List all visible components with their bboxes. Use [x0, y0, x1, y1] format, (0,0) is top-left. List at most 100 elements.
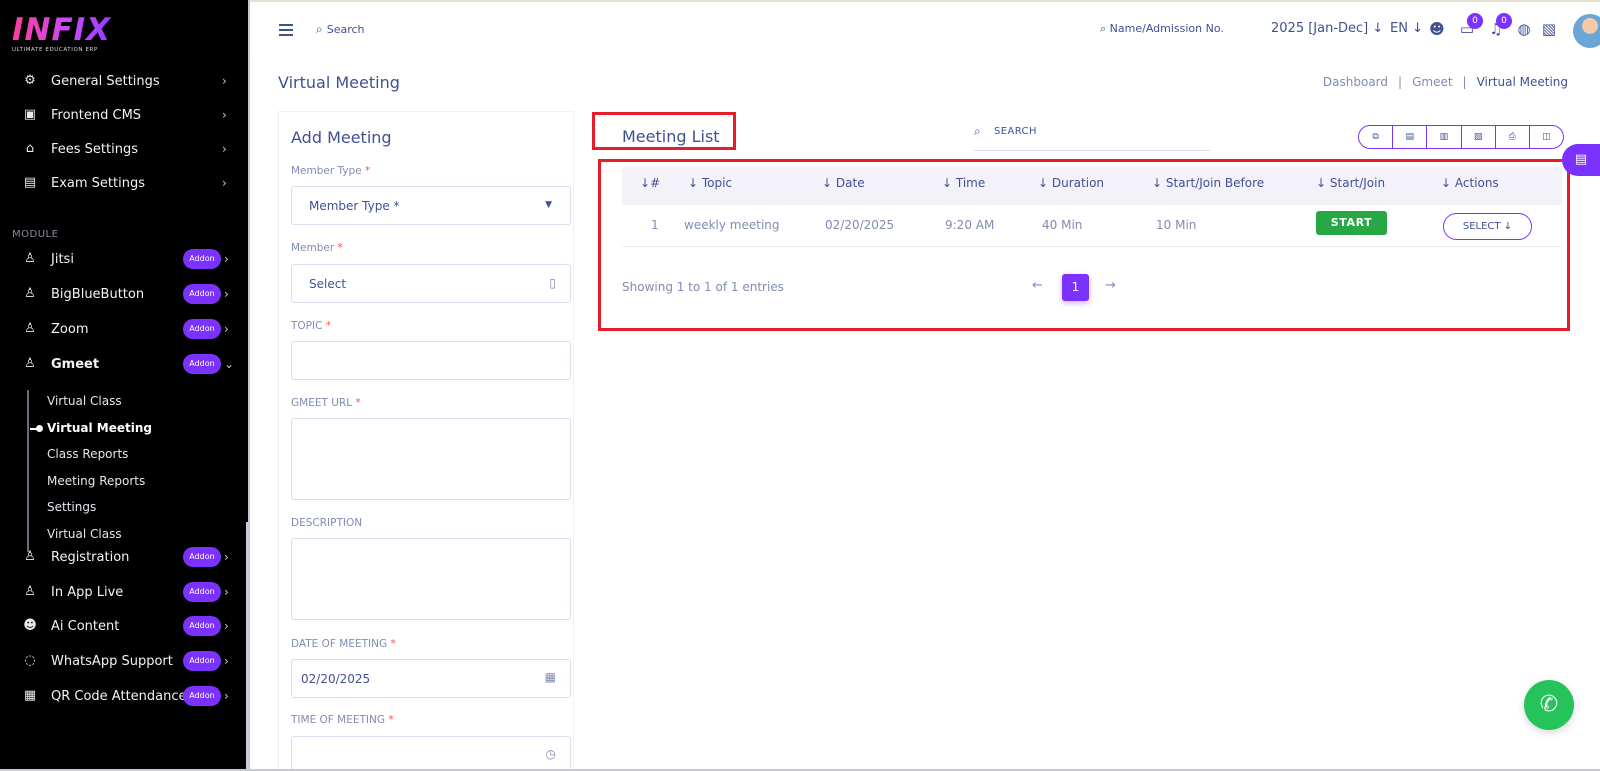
- date-label: DATE OF MEETING *: [291, 638, 396, 650]
- sidebar-item-gmeet[interactable]: ♙ Gmeet Addon ⌄: [0, 350, 240, 378]
- calendar-icon[interactable]: ▦: [545, 670, 556, 684]
- copy-icon[interactable]: ⧉: [1359, 126, 1394, 148]
- logo-text: INFIX: [12, 14, 132, 46]
- topic-input[interactable]: [291, 341, 571, 380]
- description-textarea[interactable]: [291, 538, 571, 620]
- print-icon[interactable]: ⎙: [1496, 126, 1530, 148]
- addon-badge: Addon: [183, 547, 221, 567]
- whatsapp-chat-button[interactable]: ✆: [1524, 680, 1574, 730]
- member-select[interactable]: Select ▯: [291, 264, 571, 303]
- page-title: Virtual Meeting: [278, 73, 400, 92]
- store-icon[interactable]: ▤: [1562, 144, 1600, 176]
- menu-toggle-icon[interactable]: [279, 24, 293, 36]
- sidebar-item-registration[interactable]: ♙ Registration Addon ›: [0, 543, 240, 571]
- chat-icon[interactable]: ▭ 0: [1458, 13, 1483, 38]
- chat-count-badge: 0: [1467, 13, 1483, 29]
- user-icon: ♙: [24, 321, 36, 336]
- columns-icon[interactable]: ◫: [1530, 126, 1563, 148]
- sidebar-item-label: General Settings: [51, 73, 160, 89]
- submenu-active-dot: [36, 425, 43, 432]
- avatar[interactable]: [1573, 14, 1600, 48]
- list-search-input[interactable]: ⌕ SEARCH: [974, 121, 1210, 151]
- submenu-virtual-class[interactable]: Virtual Class: [47, 394, 122, 408]
- sidebar-item-ai-content[interactable]: ☻ Ai Content Addon ›: [0, 612, 240, 640]
- sidebar-item-jitsi[interactable]: ♙ Jitsi Addon ›: [0, 245, 240, 273]
- sidebar-item-zoom[interactable]: ♙ Zoom Addon ›: [0, 315, 240, 343]
- highlight-box-title: [592, 112, 736, 150]
- chevron-right-icon: ›: [224, 550, 229, 564]
- submenu-settings[interactable]: Settings: [47, 500, 96, 514]
- date-value: 02/20/2025: [301, 672, 371, 686]
- addon-badge: Addon: [183, 354, 221, 374]
- date-input[interactable]: 02/20/2025 ▦: [291, 659, 571, 698]
- submenu-meeting-reports[interactable]: Meeting Reports: [47, 474, 145, 488]
- chevron-right-icon: ›: [224, 689, 229, 703]
- name-admission-search[interactable]: ⌕ Name/Admission No.: [1100, 22, 1224, 36]
- clock-icon[interactable]: ◷: [546, 747, 556, 761]
- book-icon: ▤: [23, 175, 37, 190]
- member-label-text: Member: [291, 242, 335, 254]
- sidebar-item-whatsapp-support[interactable]: ◌ WhatsApp Support Addon ›: [0, 647, 240, 675]
- arrow-down-icon: ↓: [1372, 21, 1384, 36]
- clipboard-icon: ▯: [549, 276, 556, 290]
- sidebar-item-label: Zoom: [51, 321, 89, 337]
- sidebar-item-fees-settings[interactable]: ⌂ Fees Settings ›: [0, 135, 240, 163]
- time-input[interactable]: ◷: [291, 736, 571, 771]
- topic-label: TOPIC *: [291, 320, 331, 332]
- robot-icon[interactable]: ☻: [1428, 20, 1446, 38]
- sidebar-item-general-settings[interactable]: ⚙ General Settings ›: [0, 67, 240, 95]
- topic-label-text: TOPIC: [291, 320, 323, 332]
- user-icon: ♙: [24, 549, 36, 564]
- breadcrumb-dashboard[interactable]: Dashboard: [1323, 75, 1388, 89]
- chevron-right-icon: ›: [224, 322, 229, 336]
- breadcrumb-gmeet[interactable]: Gmeet: [1412, 75, 1452, 89]
- sidebar-item-label: Gmeet: [51, 356, 100, 372]
- globe-icon[interactable]: ◍: [1515, 20, 1533, 38]
- language-select[interactable]: EN ↓: [1390, 21, 1423, 36]
- gmeet-url-label-text: GMEET URL: [291, 397, 353, 409]
- sidebar-item-label: Fees Settings: [51, 141, 138, 157]
- chevron-right-icon: ›: [224, 287, 229, 301]
- module-section-label: MODULE: [12, 229, 59, 240]
- qr-code-icon: ▦: [23, 688, 37, 703]
- addon-badge: Addon: [183, 249, 221, 269]
- member-type-select[interactable]: Member Type * ▼: [291, 186, 571, 225]
- gmeet-url-textarea[interactable]: [291, 418, 571, 500]
- description-label: DESCRIPTION: [291, 517, 363, 529]
- addon-badge: Addon: [183, 582, 221, 602]
- addon-badge: Addon: [183, 284, 221, 304]
- sidebar-item-qr-code-attendance[interactable]: ▦ QR Code Attendance Addon ›: [0, 682, 240, 710]
- sidebar-item-label: In App Live: [51, 584, 124, 600]
- sidebar-item-label: WhatsApp Support: [51, 653, 173, 669]
- user-icon: ♙: [24, 286, 36, 301]
- whatsapp-icon: ✆: [1539, 692, 1559, 717]
- member-type-label-text: Member Type: [291, 165, 362, 177]
- notification-count-badge: 0: [1496, 13, 1512, 29]
- language-value: EN: [1390, 21, 1408, 36]
- global-search-label: Search: [326, 23, 365, 36]
- sidebar-item-frontend-cms[interactable]: ▣ Frontend CMS ›: [0, 101, 240, 129]
- search-icon: ⌕: [974, 124, 982, 138]
- pdf-icon[interactable]: ▧: [1462, 126, 1496, 148]
- submenu-virtual-meeting[interactable]: Virtual Meeting: [47, 421, 152, 435]
- list-search-placeholder: SEARCH: [994, 126, 1037, 137]
- required-mark: *: [388, 714, 394, 726]
- highlight-box-table: [598, 159, 1570, 331]
- sidebar-item-in-app-live[interactable]: ♙ In App Live Addon ›: [0, 578, 240, 606]
- excel-icon[interactable]: ▤: [1393, 126, 1428, 148]
- submenu-virtual-class-2[interactable]: Virtual Class: [47, 527, 122, 541]
- addon-badge: Addon: [183, 651, 221, 671]
- bell-icon[interactable]: ♫ 0: [1487, 13, 1512, 38]
- date-label-text: DATE OF MEETING: [291, 638, 388, 650]
- sidebar-item-bigbluebutton[interactable]: ♙ BigBlueButton Addon ›: [0, 280, 240, 308]
- global-search[interactable]: ⌕ Search: [316, 22, 365, 37]
- chevron-right-icon: ›: [222, 142, 227, 156]
- academic-year-select[interactable]: 2025 [Jan-Dec] ↓: [1271, 21, 1383, 36]
- sidebar-item-label: Jitsi: [51, 251, 74, 267]
- submenu-class-reports[interactable]: Class Reports: [47, 447, 128, 461]
- sidebar-item-exam-settings[interactable]: ▤ Exam Settings ›: [0, 169, 240, 197]
- csv-icon[interactable]: ▥: [1427, 126, 1462, 148]
- report-icon[interactable]: ▧: [1540, 20, 1558, 38]
- logo[interactable]: INFIX ULTIMATE EDUCATION ERP: [12, 14, 132, 62]
- submenu-line: [27, 390, 29, 552]
